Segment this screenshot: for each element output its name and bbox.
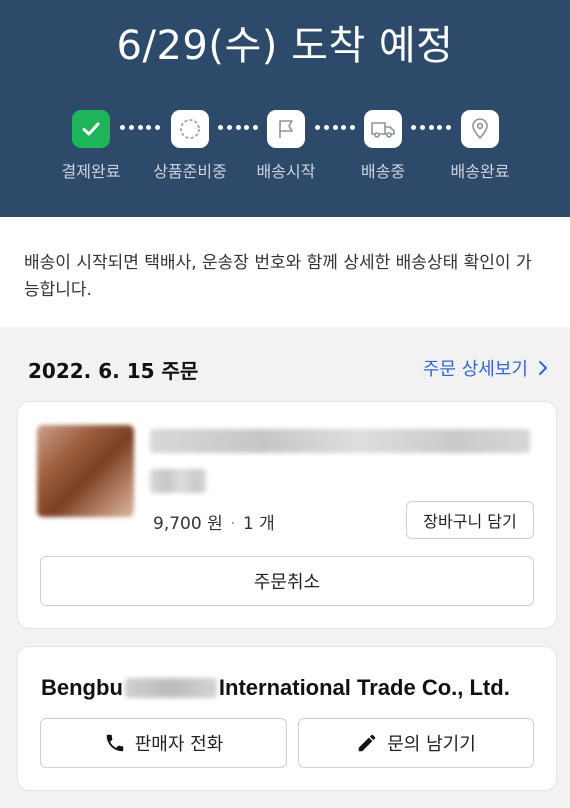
- step-delivered: [461, 110, 499, 148]
- leave-inquiry-button[interactable]: 문의 남기기: [298, 718, 534, 768]
- leave-inquiry-label: 문의 남기기: [387, 734, 476, 755]
- step-payment-complete: [72, 110, 110, 148]
- pencil-icon: [358, 734, 376, 752]
- loading-circle-icon: [180, 119, 200, 139]
- seller-name-redacted: [124, 678, 217, 698]
- step-label-preparing: 상품준비중: [153, 162, 227, 181]
- call-seller-button[interactable]: 판매자 전화: [40, 718, 287, 768]
- step-connector: [315, 125, 355, 131]
- seller-name-prefix: Bengbu: [41, 675, 123, 700]
- product-title-redacted: [150, 469, 206, 493]
- price-separator: ·: [230, 514, 236, 534]
- step-connector: [218, 125, 258, 131]
- check-icon: [82, 122, 100, 136]
- order-detail-label: 주문 상세보기: [422, 359, 528, 380]
- step-connector: [411, 125, 451, 131]
- location-pin-icon: [472, 118, 488, 140]
- phone-icon: [106, 734, 123, 752]
- cancel-order-button[interactable]: 주문취소: [40, 556, 534, 606]
- step-in-transit: [364, 110, 402, 148]
- order-detail-link[interactable]: 주문 상세보기: [423, 355, 548, 381]
- step-connector: [120, 125, 160, 131]
- call-seller-label: 판매자 전화: [134, 734, 224, 755]
- add-to-cart-button[interactable]: 장바구니 담기: [406, 501, 534, 539]
- step-label-payment-complete: 결제완료: [61, 162, 121, 181]
- truck-icon: [371, 122, 395, 138]
- seller-name-suffix: International Trade Co., Ltd.: [218, 675, 510, 700]
- order-item-card: 9,700 원 · 1 개 장바구니 담기 주문취소: [17, 401, 557, 629]
- product-thumbnail[interactable]: [37, 425, 134, 517]
- arrival-estimate-title: 6/29(수) 도착 예정: [116, 23, 454, 69]
- order-header: 2022. 6. 15 주문 주문 상세보기: [0, 345, 570, 393]
- price-quantity: 9,700 원 · 1 개: [153, 509, 275, 534]
- step-label-in-transit: 배송중: [360, 162, 406, 181]
- step-label-delivered: 배송완료: [450, 162, 510, 181]
- order-date: 2022. 6. 15 주문: [28, 359, 199, 383]
- delivery-status-header: 6/29(수) 도착 예정 결제완료 상품준비중 배송시작 배송중 배송완료: [0, 0, 570, 217]
- seller-card: Bengbu International Trade Co., Ltd. 판매자…: [17, 646, 557, 791]
- item-quantity: 1 개: [242, 514, 275, 534]
- step-shipping-start: [267, 110, 305, 148]
- step-preparing: [171, 110, 209, 148]
- step-label-shipping-start: 배송시작: [256, 162, 316, 181]
- chevron-right-icon: [539, 361, 547, 375]
- product-title-redacted: [150, 429, 530, 453]
- item-price: 9,700 원: [153, 514, 223, 534]
- flag-icon: [279, 120, 293, 138]
- shipping-notice: 배송이 시작되면 택배사, 운송장 번호와 함께 상세한 배송상태 확인이 가능…: [0, 217, 570, 327]
- seller-name: Bengbu International Trade Co., Ltd.: [41, 675, 510, 701]
